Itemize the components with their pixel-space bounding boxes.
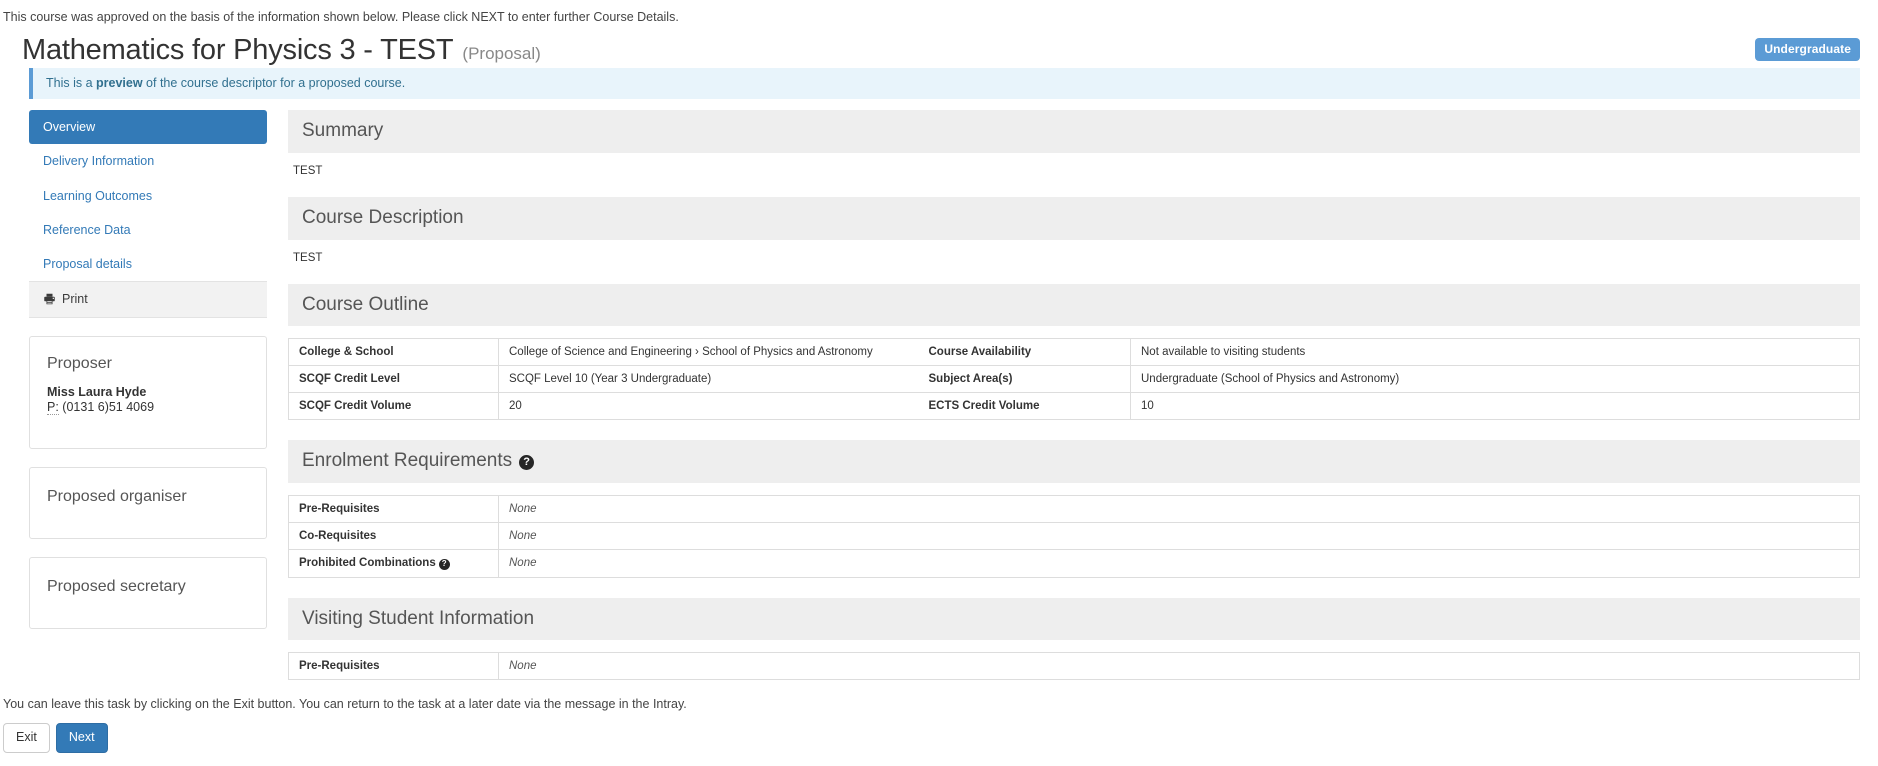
top-instruction: This course was approved on the basis of… xyxy=(3,9,679,27)
spacer xyxy=(288,264,1860,284)
sidebar-nav: Overview Delivery Information Learning O… xyxy=(29,110,267,318)
table-row: College & School College of Science and … xyxy=(289,339,1860,366)
course-outline-table: College & School College of Science and … xyxy=(288,338,1860,420)
cell-label-text: Prohibited Combinations xyxy=(299,557,436,569)
cell-value: None xyxy=(499,523,1860,550)
preview-alert: This is a preview of the course descript… xyxy=(29,68,1860,99)
cell-value: Undergraduate (School of Physics and Ast… xyxy=(1131,366,1860,393)
proposer-phone: P: (0131 6)51 4069 xyxy=(47,400,249,414)
footer-note: You can leave this task by clicking on t… xyxy=(3,697,687,711)
cell-value: None xyxy=(499,653,1860,680)
cell-value: Not available to visiting students xyxy=(1131,339,1860,366)
section-header-course-outline: Course Outline xyxy=(288,284,1860,327)
cell-label: Subject Area(s) xyxy=(919,366,1131,393)
alert-text-strong: preview xyxy=(96,76,143,90)
table-row: SCQF Credit Level SCQF Level 10 (Year 3 … xyxy=(289,366,1860,393)
footer: You can leave this task by clicking on t… xyxy=(3,697,687,753)
sidebar-item-learning-outcomes[interactable]: Learning Outcomes xyxy=(29,179,267,213)
cell-label: SCQF Credit Volume xyxy=(289,393,499,420)
proposed-organiser-card: Proposed organiser xyxy=(29,467,267,539)
status-badge: Undergraduate xyxy=(1755,38,1860,61)
section-header-course-description: Course Description xyxy=(288,197,1860,240)
course-state-label: (Proposal) xyxy=(462,44,540,64)
page-title: Mathematics for Physics 3 - TEST xyxy=(22,34,453,67)
cell-value: 10 xyxy=(1131,393,1860,420)
table-row: SCQF Credit Volume 20 ECTS Credit Volume… xyxy=(289,393,1860,420)
cell-label: Pre-Requisites xyxy=(289,496,499,523)
cell-value: None xyxy=(499,550,1860,578)
table-row: Pre-Requisites None xyxy=(289,653,1860,680)
cell-label: College & School xyxy=(289,339,499,366)
sidebar-item-reference-data[interactable]: Reference Data xyxy=(29,213,267,247)
sidebar-item-print-label: Print xyxy=(62,291,88,307)
visiting-student-table: Pre-Requisites None xyxy=(288,652,1860,680)
cell-label: SCQF Credit Level xyxy=(289,366,499,393)
proposer-phone-number: (0131 6)51 4069 xyxy=(62,400,154,414)
spacer xyxy=(288,420,1860,440)
cell-label: Pre-Requisites xyxy=(289,653,499,680)
phone-abbr-label: P: xyxy=(47,400,59,415)
next-button[interactable]: Next xyxy=(56,723,108,753)
proposed-secretary-card-title: Proposed secretary xyxy=(47,577,249,598)
table-row: Prohibited Combinations? None xyxy=(289,550,1860,578)
proposed-organiser-card-title: Proposed organiser xyxy=(47,487,249,508)
proposed-secretary-card: Proposed secretary xyxy=(29,557,267,629)
cell-label: Co-Requisites xyxy=(289,523,499,550)
sidebar-item-print[interactable]: Print xyxy=(29,281,267,317)
sidebar: Overview Delivery Information Learning O… xyxy=(29,110,267,629)
help-circle-icon[interactable]: ? xyxy=(519,455,534,470)
exit-button[interactable]: Exit xyxy=(3,723,50,753)
printer-icon xyxy=(43,293,56,305)
sidebar-item-proposal-details[interactable]: Proposal details xyxy=(29,247,267,281)
table-row: Co-Requisites None xyxy=(289,523,1860,550)
course-descriptor-preview-page: This course was approved on the basis of… xyxy=(0,0,1878,766)
badge-wrap: Undergraduate xyxy=(1755,38,1860,61)
section-header-enrolment-label: Enrolment Requirements xyxy=(302,449,512,473)
help-circle-icon[interactable]: ? xyxy=(439,559,450,570)
alert-text-suffix: of the course descriptor for a proposed … xyxy=(143,76,406,90)
course-description-text: TEST xyxy=(288,240,1860,264)
proposer-card-title: Proposer xyxy=(47,354,249,375)
cell-value: 20 xyxy=(499,393,919,420)
summary-text: TEST xyxy=(288,153,1860,177)
alert-text-prefix: This is a xyxy=(46,76,96,90)
footer-button-row: Exit Next xyxy=(3,723,687,753)
proposer-name: Miss Laura Hyde xyxy=(47,385,249,399)
cell-value: None xyxy=(499,496,1860,523)
sidebar-item-overview[interactable]: Overview xyxy=(29,110,267,144)
cell-label: Course Availability xyxy=(919,339,1131,366)
section-header-enrolment-requirements: Enrolment Requirements ? xyxy=(288,440,1860,483)
proposer-card: Proposer Miss Laura Hyde P: (0131 6)51 4… xyxy=(29,336,267,450)
title-row: Mathematics for Physics 3 - TEST (Propos… xyxy=(22,34,1860,67)
main-content: Summary TEST Course Description TEST Cou… xyxy=(288,110,1860,680)
table-row: Pre-Requisites None xyxy=(289,496,1860,523)
section-header-visiting-student-information: Visiting Student Information xyxy=(288,598,1860,641)
cell-label: ECTS Credit Volume xyxy=(919,393,1131,420)
spacer xyxy=(288,177,1860,197)
cell-value: SCQF Level 10 (Year 3 Undergraduate) xyxy=(499,366,919,393)
spacer xyxy=(288,578,1860,598)
section-header-summary: Summary xyxy=(288,110,1860,153)
sidebar-item-delivery-information[interactable]: Delivery Information xyxy=(29,144,267,178)
enrolment-requirements-table: Pre-Requisites None Co-Requisites None P… xyxy=(288,495,1860,578)
cell-label: Prohibited Combinations? xyxy=(289,550,499,578)
cell-value: College of Science and Engineering › Sch… xyxy=(499,339,919,366)
